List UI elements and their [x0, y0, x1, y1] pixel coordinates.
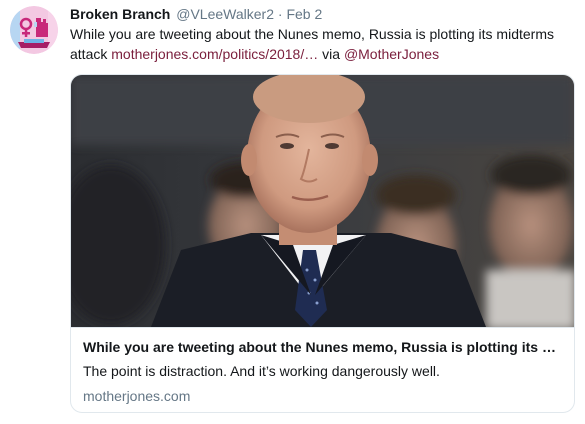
card-domain: motherjones.com	[83, 388, 191, 404]
mention-link[interactable]: @MotherJones	[344, 46, 439, 62]
tweet-text: While you are tweeting about the Nunes m…	[70, 24, 575, 64]
header-separator: ·	[277, 6, 283, 22]
article-link[interactable]: motherjones.com/politics/2018/…	[111, 46, 318, 62]
tweet-timestamp[interactable]: Feb 2	[286, 6, 322, 22]
feminist-fist-logo-icon	[10, 6, 58, 54]
link-preview-card[interactable]: While you are tweeting about the Nunes m…	[70, 74, 575, 413]
card-body: While you are tweeting about the Nunes m…	[71, 327, 574, 412]
avatar[interactable]	[10, 6, 58, 54]
tweet-header: Broken Branch @VLeeWalker2 · Feb 2	[70, 5, 322, 24]
card-title: While you are tweeting about the Nunes m…	[83, 339, 556, 355]
author-handle[interactable]: @VLeeWalker2	[176, 6, 274, 22]
via-text: via	[318, 46, 344, 62]
card-description: The point is distraction. And it’s worki…	[83, 363, 440, 379]
tweet: Broken Branch @VLeeWalker2 · Feb 2 While…	[0, 0, 585, 424]
author-display-name[interactable]: Broken Branch	[70, 6, 170, 22]
article-photo	[71, 75, 574, 327]
